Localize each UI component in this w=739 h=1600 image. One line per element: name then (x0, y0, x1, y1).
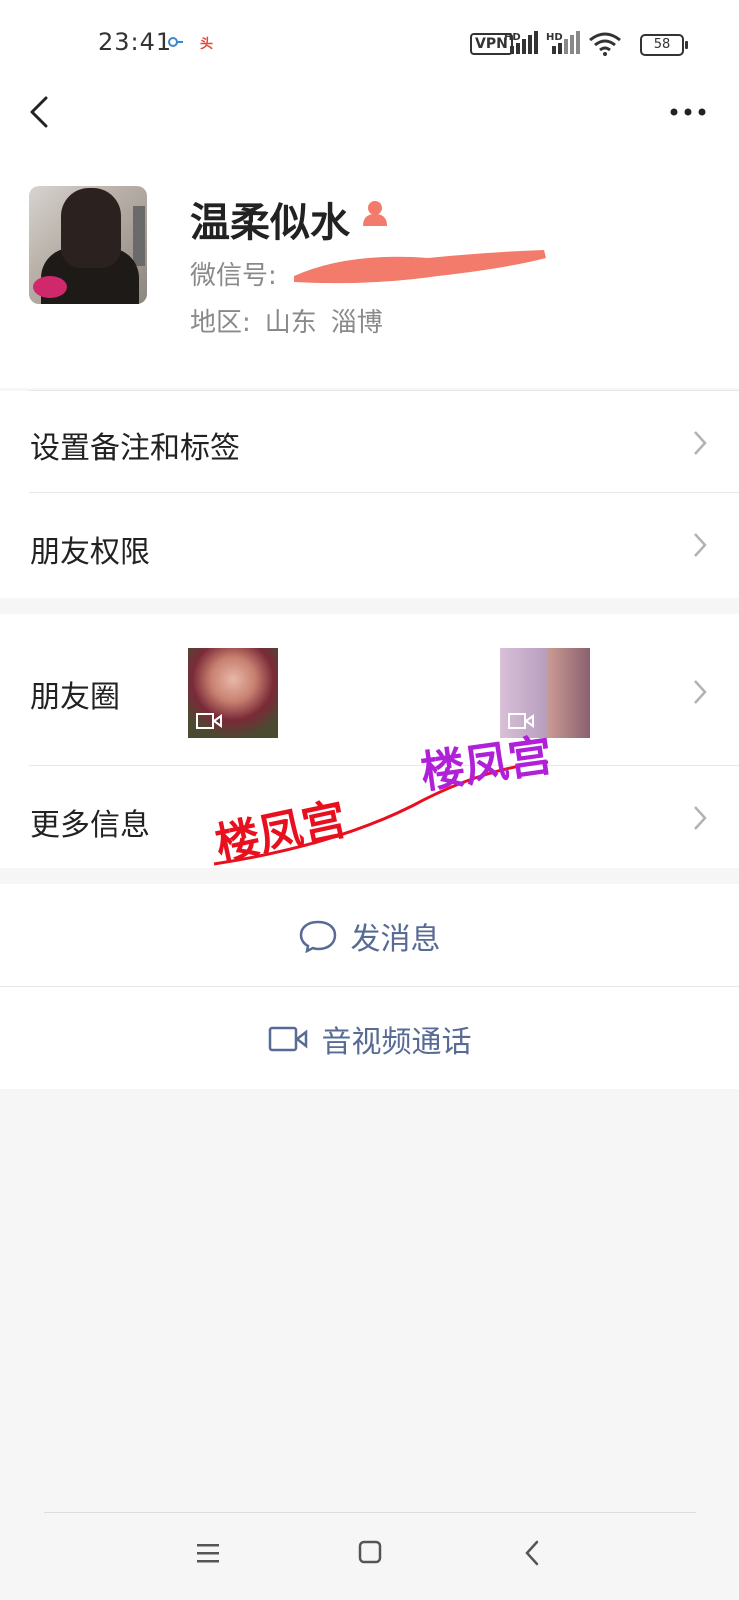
chevron-right-icon (694, 431, 707, 455)
remarks-label: 设置备注和标签 (30, 431, 240, 466)
avatar[interactable] (29, 186, 147, 304)
video-camera-icon (268, 1026, 307, 1052)
send-message-label: 发消息 (350, 922, 441, 957)
recent-apps-button[interactable] (196, 1542, 220, 1564)
signal-hd-label: HD (504, 32, 521, 43)
region-city: 淄博 (330, 308, 383, 338)
wechat-id-redaction (294, 250, 546, 284)
status-time: 23:41 (98, 28, 173, 56)
home-button[interactable] (358, 1540, 382, 1564)
chevron-right-icon (694, 680, 707, 704)
system-navigation-bar (0, 1512, 739, 1600)
video-icon (196, 713, 222, 729)
voice-video-call-label: 音视频通话 (321, 1025, 472, 1060)
chevron-right-icon (694, 533, 707, 557)
signal-hd-label-2: HD (546, 32, 563, 43)
wechat-id-label: 微信号: (190, 261, 277, 291)
moments-thumbnail[interactable] (188, 648, 278, 738)
vpn-key-icon (168, 37, 183, 47)
chat-bubble-icon (299, 920, 336, 953)
back-button[interactable] (24, 92, 54, 132)
region-province: 山东 (264, 308, 317, 338)
more-options-button[interactable] (668, 100, 708, 124)
region-info: 地区: 山东 淄博 (190, 302, 397, 339)
signal-icon-2: HD (546, 31, 580, 54)
chevron-right-icon (694, 806, 707, 830)
remarks-row[interactable]: 设置备注和标签 (0, 391, 739, 492)
signal-icon: HD (504, 31, 538, 54)
permissions-row[interactable]: 朋友权限 (0, 493, 739, 597)
moments-row[interactable]: 朋友圈 (0, 614, 739, 764)
permissions-label: 朋友权限 (30, 535, 150, 570)
region-label: 地区: (190, 308, 251, 338)
status-bar: 23:41 头 VPN HD HD 58 (0, 0, 739, 88)
send-message-button[interactable]: 发消息 (0, 884, 739, 986)
more-info-label: 更多信息 (30, 808, 150, 843)
contact-name: 温柔似水 (190, 200, 350, 246)
voice-video-call-button[interactable]: 音视频通话 (0, 987, 739, 1089)
female-gender-icon (363, 201, 387, 226)
moments-label: 朋友圈 (30, 680, 120, 715)
wifi-icon (589, 32, 621, 56)
system-back-button[interactable] (524, 1540, 540, 1566)
toutiao-app-icon: 头 (200, 37, 214, 52)
battery-indicator: 58 (640, 34, 688, 56)
